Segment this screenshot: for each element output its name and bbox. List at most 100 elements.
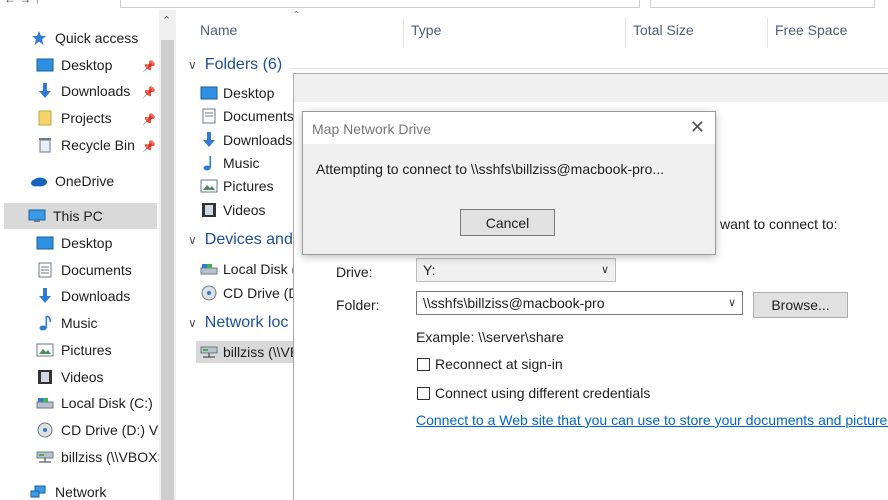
nav-pc-pictures[interactable]: Pictures bbox=[36, 337, 112, 363]
network-drive-icon bbox=[200, 344, 218, 360]
nav-scrollbar-thumb[interactable] bbox=[161, 40, 174, 500]
computer-icon bbox=[28, 208, 46, 224]
network-item-billziss[interactable]: billziss (\\VB bbox=[196, 341, 299, 363]
folder-icon bbox=[36, 110, 54, 126]
reconnect-checkbox-row[interactable]: Reconnect at sign-in bbox=[417, 356, 563, 372]
folder-combobox[interactable]: \\sshfs\billziss@macbook-pro ∨ bbox=[416, 291, 743, 315]
chevron-down-icon[interactable]: ∨ bbox=[188, 316, 197, 330]
close-icon[interactable]: ✕ bbox=[690, 117, 705, 138]
cd-drive-icon bbox=[36, 422, 54, 438]
pin-icon[interactable]: 📌 bbox=[142, 60, 156, 73]
device-item-local-disk[interactable]: Local Disk (C bbox=[200, 258, 306, 280]
example-text: Example: \\server\share bbox=[416, 329, 564, 345]
cancel-button[interactable]: Cancel bbox=[460, 209, 555, 236]
group-devices[interactable]: ∨ Devices and bbox=[188, 231, 293, 249]
nav-pc-cd-drive[interactable]: CD Drive (D:) Vir bbox=[36, 417, 166, 443]
nav-pc-local-disk[interactable]: Local Disk (C:) bbox=[36, 390, 153, 416]
download-arrow-icon bbox=[36, 288, 54, 304]
device-item-cd-drive[interactable]: CD Drive (D: bbox=[200, 282, 302, 304]
folder-label: Folder: bbox=[336, 297, 380, 313]
nav-scrollbar[interactable]: ⌃ bbox=[159, 10, 176, 500]
chevron-down-icon[interactable]: ∨ bbox=[188, 233, 197, 247]
nav-quick-access[interactable]: Quick access bbox=[30, 25, 138, 51]
search-box[interactable] bbox=[650, 0, 875, 8]
address-bar[interactable] bbox=[120, 0, 640, 8]
download-arrow-icon bbox=[36, 83, 54, 99]
dialog-message: Attempting to connect to \\sshfs\billzis… bbox=[316, 161, 665, 177]
column-free-space[interactable]: Free Space bbox=[775, 22, 847, 38]
column-separator[interactable] bbox=[767, 18, 768, 48]
folder-item-desktop[interactable]: Desktop bbox=[200, 82, 274, 104]
group-network-locations[interactable]: ∨ Network loc bbox=[188, 314, 288, 332]
drive-label: Drive: bbox=[336, 264, 373, 280]
column-separator[interactable] bbox=[403, 18, 404, 48]
documents-icon bbox=[200, 108, 218, 124]
wizard-instruction-text: want to connect to: bbox=[720, 216, 838, 232]
pin-icon[interactable]: 📌 bbox=[142, 86, 156, 99]
wizard-title-bar[interactable] bbox=[294, 74, 888, 102]
top-bar: ← → ↑ bbox=[0, 0, 888, 10]
network-icon bbox=[30, 484, 48, 500]
network-drive-icon bbox=[36, 449, 54, 465]
column-name[interactable]: Name bbox=[200, 22, 237, 38]
dialog-title: Map Network Drive bbox=[312, 121, 432, 137]
music-note-icon bbox=[36, 315, 54, 331]
nav-quick-downloads[interactable]: Downloads bbox=[36, 78, 130, 104]
film-icon bbox=[36, 369, 54, 385]
cloud-icon bbox=[30, 173, 48, 189]
folder-item-videos[interactable]: Videos bbox=[200, 199, 266, 221]
chevron-down-icon[interactable]: ∨ bbox=[188, 58, 197, 72]
hard-drive-icon bbox=[36, 395, 54, 411]
desktop-folder-icon bbox=[200, 85, 218, 101]
star-icon bbox=[30, 30, 48, 46]
group-divider bbox=[290, 68, 888, 69]
download-arrow-icon bbox=[200, 132, 218, 148]
folder-item-music[interactable]: Music bbox=[200, 152, 260, 174]
cd-drive-icon bbox=[200, 285, 218, 301]
dialog-title-bar[interactable]: Map Network Drive ✕ bbox=[303, 112, 715, 144]
music-note-icon bbox=[200, 155, 218, 171]
nav-pc-downloads[interactable]: Downloads bbox=[36, 283, 130, 309]
chevron-down-icon[interactable]: ∨ bbox=[601, 263, 609, 276]
scroll-up-icon[interactable]: ⌃ bbox=[162, 14, 171, 27]
film-icon bbox=[200, 202, 218, 218]
pictures-icon bbox=[200, 178, 218, 194]
desktop-folder-icon bbox=[36, 57, 54, 73]
folder-item-downloads[interactable]: Downloads bbox=[200, 129, 292, 151]
nav-quick-recycle-bin[interactable]: Recycle Bin bbox=[36, 132, 135, 158]
pin-icon[interactable]: 📌 bbox=[142, 140, 156, 153]
pictures-icon bbox=[36, 342, 54, 358]
nav-pc-documents[interactable]: Documents bbox=[36, 257, 132, 283]
nav-pc-music[interactable]: Music bbox=[36, 310, 98, 336]
nav-network[interactable]: Network bbox=[30, 479, 106, 500]
credentials-checkbox-row[interactable]: Connect using different credentials bbox=[417, 385, 650, 401]
nav-pc-desktop[interactable]: Desktop bbox=[36, 230, 112, 256]
nav-quick-desktop[interactable]: Desktop bbox=[36, 52, 112, 78]
pin-icon[interactable]: 📌 bbox=[142, 113, 156, 126]
nav-quick-projects[interactable]: Projects bbox=[36, 105, 112, 131]
sort-arrow-icon: ⌃ bbox=[292, 10, 301, 21]
chevron-down-icon[interactable]: ∨ bbox=[728, 296, 736, 309]
drive-select[interactable]: Y: ∨ bbox=[416, 258, 616, 282]
group-folders[interactable]: ∨ Folders (6) bbox=[188, 56, 282, 74]
navigation-pane: Quick access Desktop 📌 Downloads 📌 Proje… bbox=[0, 10, 176, 500]
reconnect-checkbox[interactable] bbox=[417, 357, 430, 371]
folder-item-documents[interactable]: Documents bbox=[200, 105, 294, 127]
column-type[interactable]: Type bbox=[411, 22, 441, 38]
web-site-link-row: Connect to a Web site that you can use t… bbox=[416, 412, 888, 428]
column-total-size[interactable]: Total Size bbox=[633, 22, 694, 38]
nav-pc-network-share[interactable]: billziss (\\VBOXS bbox=[36, 444, 167, 470]
nav-this-pc[interactable]: This PC bbox=[4, 203, 157, 229]
credentials-checkbox[interactable] bbox=[417, 386, 430, 400]
hard-drive-icon bbox=[200, 261, 218, 277]
nav-onedrive[interactable]: OneDrive bbox=[30, 168, 114, 194]
documents-icon bbox=[36, 262, 54, 278]
connecting-dialog: Map Network Drive ✕ Attempting to connec… bbox=[302, 111, 716, 255]
nav-pc-videos[interactable]: Videos bbox=[36, 364, 104, 390]
web-site-link[interactable]: Connect to a Web site that you can use t… bbox=[416, 412, 888, 428]
browse-button[interactable]: Browse... bbox=[753, 292, 848, 318]
desktop-folder-icon bbox=[36, 235, 54, 251]
folder-item-pictures[interactable]: Pictures bbox=[200, 175, 274, 197]
nav-arrows-icon[interactable]: ← → ↑ bbox=[4, 0, 41, 6]
column-separator[interactable] bbox=[625, 18, 626, 48]
